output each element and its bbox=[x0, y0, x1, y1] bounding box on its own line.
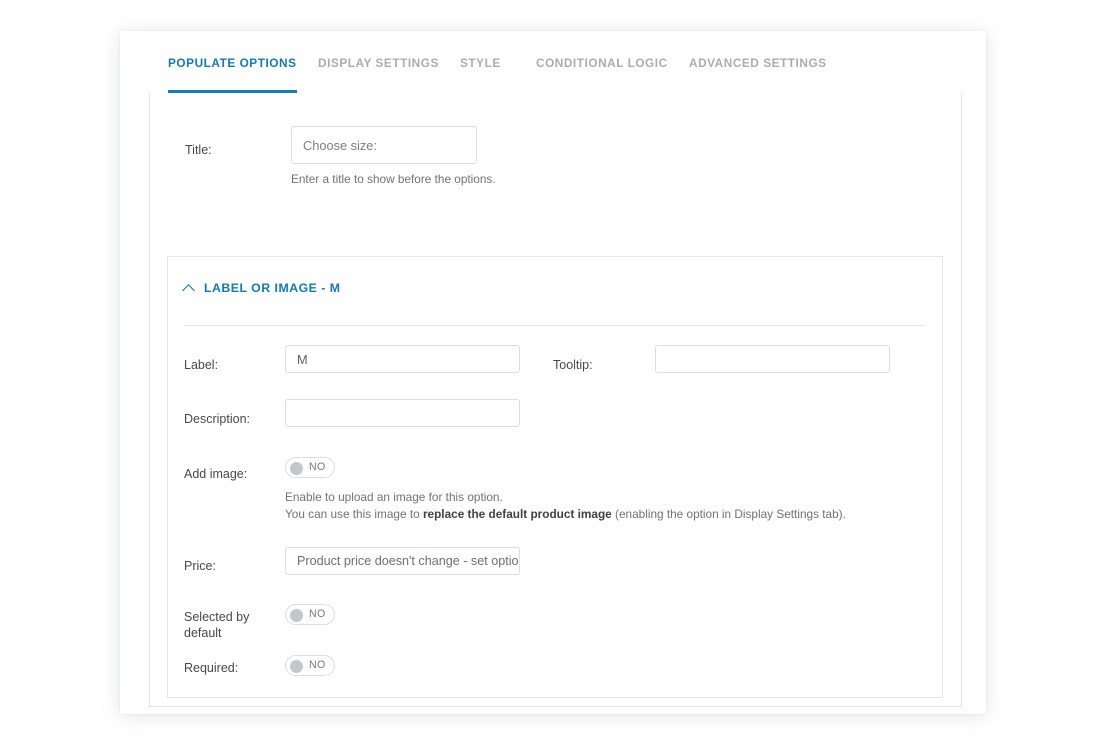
title-input[interactable] bbox=[291, 126, 477, 164]
tab-populate-options[interactable]: POPULATE OPTIONS bbox=[168, 31, 297, 94]
required-label: Required: bbox=[184, 661, 238, 676]
label-input[interactable] bbox=[285, 345, 520, 373]
tooltip-field-label: Tooltip: bbox=[553, 358, 593, 373]
description-field-label: Description: bbox=[184, 412, 250, 427]
required-toggle-state: NO bbox=[309, 656, 326, 675]
tab-display-settings[interactable]: DISPLAY SETTINGS bbox=[318, 31, 439, 94]
toggle-knob-icon bbox=[290, 462, 303, 475]
toggle-knob-icon bbox=[290, 660, 303, 673]
title-field-row: Title: Enter a title to show before the … bbox=[150, 93, 963, 223]
price-select-value: Product price doesn't change - set optio… bbox=[297, 554, 520, 568]
title-label: Title: bbox=[185, 143, 212, 158]
add-image-toggle[interactable]: NO bbox=[285, 457, 335, 478]
add-image-helper-suffix: (enabling the option in Display Settings… bbox=[612, 507, 846, 521]
add-image-helper-line2: You can use this image to replace the de… bbox=[285, 506, 846, 523]
settings-card: POPULATE OPTIONS DISPLAY SETTINGS STYLE … bbox=[120, 31, 986, 714]
tab-conditional-logic-label: CONDITIONAL LOGIC bbox=[536, 56, 668, 70]
option-header-divider bbox=[184, 325, 926, 326]
populate-options-panel: Title: Enter a title to show before the … bbox=[149, 93, 962, 707]
tab-style[interactable]: STYLE bbox=[460, 31, 501, 94]
add-image-helper-prefix: You can use this image to bbox=[285, 507, 423, 521]
selected-by-default-toggle[interactable]: NO bbox=[285, 604, 335, 625]
option-collapse-header[interactable]: LABEL OR IMAGE - M bbox=[184, 281, 341, 295]
required-toggle[interactable]: NO bbox=[285, 655, 335, 676]
tab-style-label: STYLE bbox=[460, 56, 501, 70]
selected-by-default-label: Selected by default bbox=[184, 609, 274, 641]
selected-by-default-toggle-state: NO bbox=[309, 605, 326, 624]
title-helper-text: Enter a title to show before the options… bbox=[291, 171, 496, 188]
add-image-toggle-state: NO bbox=[309, 458, 326, 477]
tooltip-input[interactable] bbox=[655, 345, 890, 373]
label-field-label: Label: bbox=[184, 358, 218, 373]
tab-populate-options-label: POPULATE OPTIONS bbox=[168, 56, 297, 70]
add-image-label: Add image: bbox=[184, 467, 247, 482]
description-input[interactable] bbox=[285, 399, 520, 427]
tab-bar: POPULATE OPTIONS DISPLAY SETTINGS STYLE … bbox=[120, 31, 986, 94]
tab-advanced-settings[interactable]: ADVANCED SETTINGS bbox=[689, 31, 827, 94]
label-or-image-option-box: LABEL OR IMAGE - M Label: Tooltip: Descr… bbox=[167, 256, 943, 698]
tab-advanced-settings-label: ADVANCED SETTINGS bbox=[689, 56, 827, 70]
chevron-up-icon bbox=[184, 283, 195, 294]
add-image-helper-line1: Enable to upload an image for this optio… bbox=[285, 489, 503, 506]
toggle-knob-icon bbox=[290, 609, 303, 622]
price-select[interactable]: Product price doesn't change - set optio… bbox=[285, 547, 520, 575]
add-image-helper-emphasis: replace the default product image bbox=[423, 507, 612, 521]
tab-conditional-logic[interactable]: CONDITIONAL LOGIC bbox=[536, 31, 668, 94]
option-heading-label: LABEL OR IMAGE - M bbox=[204, 281, 341, 295]
price-label: Price: bbox=[184, 559, 216, 574]
tab-display-settings-label: DISPLAY SETTINGS bbox=[318, 56, 439, 70]
